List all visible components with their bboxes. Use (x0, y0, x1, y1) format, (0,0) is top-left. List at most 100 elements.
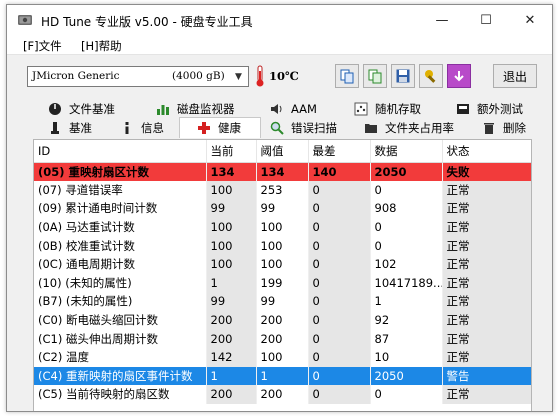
drive-name: JMicron Generic (32, 70, 120, 82)
column-header-worst[interactable]: 最差 (308, 140, 371, 163)
tab-info[interactable]: 信息 (119, 118, 164, 137)
scatter-icon (353, 101, 369, 117)
tab-error-scan[interactable]: 错误扫描 (269, 118, 337, 137)
attribute-id: (0C) 通电周期计数 (34, 254, 207, 274)
current-value: 99 (206, 199, 257, 218)
tab-file-benchmark[interactable]: 文件基准 (47, 99, 115, 118)
status: 警告 (442, 366, 531, 386)
worst-value: 0 (308, 180, 371, 200)
copy-icon (340, 69, 354, 84)
worst-value: 0 (308, 254, 371, 274)
raw-data: 908 (370, 199, 443, 218)
column-header-status[interactable]: 状态 (442, 140, 531, 163)
table-row[interactable]: (C0) 断电磁头缩回计数 200 200 0 92 正常 (34, 310, 531, 330)
threshold-value: 199 (256, 273, 309, 293)
table-body: (05) 重映射扇区计数 134 134 140 2050 失败 (07) 寻道错误率 100… (34, 162, 531, 404)
status: 正常 (442, 199, 531, 218)
status: 正常 (442, 347, 531, 367)
download-button[interactable] (447, 64, 471, 88)
table-row[interactable]: (05) 重映射扇区计数 134 134 140 2050 失败 (34, 162, 531, 181)
attribute-id: (05) 重映射扇区计数 (34, 162, 207, 181)
column-header-threshold[interactable]: 阈值 (256, 140, 309, 163)
table-row[interactable]: (07) 寻道错误率 100 253 0 0 正常 (34, 180, 531, 200)
minimize-button[interactable]: — (420, 5, 464, 35)
table-row[interactable]: (C1) 磁头伸出周期计数 200 200 0 87 正常 (34, 329, 531, 348)
table-row[interactable]: (10) (未知的属性) 1 199 0 10417189... 正常 (34, 273, 531, 293)
attribute-id: (C5) 当前待映射的扇区数 (34, 385, 207, 404)
drive-capacity: (4000 gB) (172, 70, 225, 82)
copy-all-icon (368, 69, 382, 84)
tab-folder-usage[interactable]: 文件夹占用率 (363, 118, 454, 137)
current-value: 100 (206, 254, 257, 274)
table-row[interactable]: (09) 累计通电时间计数 99 99 0 908 正常 (34, 199, 531, 218)
raw-data: 0 (370, 236, 443, 255)
red-cross-icon (196, 120, 212, 136)
table-row[interactable]: (B7) (未知的属性) 99 99 0 1 正常 (34, 292, 531, 311)
tab-label: 健康 (218, 121, 241, 135)
folder-icon (363, 120, 379, 136)
worst-value: 0 (308, 217, 371, 237)
table-row[interactable]: (0B) 校准重试计数 100 100 0 0 正常 (34, 236, 531, 255)
smart-attribute-grid[interactable]: ID 当前 阈值 最差 数据 状态 (05) 重映射扇区计数 134 134 140 2… (33, 139, 532, 411)
threshold-value: 100 (256, 236, 309, 255)
title-bar[interactable]: HD Tune 专业版 v5.00 - 硬盘专业工具 — ☐ ✕ (7, 5, 552, 35)
table-row[interactable]: (0A) 马达重试计数 100 100 0 0 正常 (34, 217, 531, 237)
options-button[interactable] (419, 64, 443, 88)
current-value: 100 (206, 217, 257, 237)
raw-data: 87 (370, 329, 443, 348)
worst-value: 0 (308, 273, 371, 293)
save-button[interactable] (391, 64, 415, 88)
chevron-down-icon[interactable]: ▼ (230, 68, 247, 85)
attribute-id: (C4) 重新映射的扇区事件计数 (34, 366, 207, 386)
tab-benchmark[interactable]: 基准 (47, 118, 92, 137)
table-row[interactable]: (0C) 通电周期计数 100 100 0 102 正常 (34, 254, 531, 274)
column-header-current[interactable]: 当前 (206, 140, 257, 163)
attribute-id: (C2) 温度 (34, 347, 207, 367)
tab-disk-monitor[interactable]: 磁盘监视器 (155, 99, 235, 118)
worst-value: 0 (308, 199, 371, 218)
tab-label: 基准 (69, 120, 92, 135)
raw-data: 92 (370, 310, 443, 330)
temperature-readout: 10℃ (269, 69, 299, 83)
tab-label: 磁盘监视器 (177, 101, 235, 116)
speaker-icon (269, 101, 285, 117)
close-button[interactable]: ✕ (508, 5, 552, 35)
menu-help[interactable]: [H]帮助 (81, 38, 122, 54)
tab-strip: 文件基准 磁盘监视器 AAM 随机存取 额外测试 基准 信息 健康 错误扫描 文… (7, 96, 552, 138)
bar-chart-icon (155, 101, 171, 117)
threshold-value: 99 (256, 199, 309, 218)
column-header-data[interactable]: 数据 (370, 140, 443, 163)
magnifier-icon (269, 120, 285, 136)
column-header-id[interactable]: ID (34, 140, 207, 163)
tab-label: 删除 (503, 120, 526, 135)
table-row[interactable]: (C4) 重新映射的扇区事件计数 1 1 0 2050 警告 (34, 366, 531, 386)
tab-label: 随机存取 (375, 101, 421, 116)
current-value: 200 (206, 385, 257, 404)
table-row[interactable]: (C5) 当前待映射的扇区数 200 200 0 0 正常 (34, 385, 531, 404)
tab-health[interactable]: 健康 (179, 117, 261, 138)
attribute-id: (C1) 磁头伸出周期计数 (34, 329, 207, 348)
app-window: HD Tune 专业版 v5.00 - 硬盘专业工具 — ☐ ✕ [F]文件 [… (6, 4, 553, 412)
tab-extra-tests[interactable]: 额外测试 (455, 99, 523, 118)
copy-all-button[interactable] (363, 64, 387, 88)
trash-icon (481, 120, 497, 136)
tab-label: 文件基准 (69, 101, 115, 116)
current-value: 200 (206, 310, 257, 330)
threshold-value: 200 (256, 310, 309, 330)
raw-data: 0 (370, 385, 443, 404)
maximize-button[interactable]: ☐ (464, 5, 508, 35)
table-row[interactable]: (C2) 温度 142 100 0 10 正常 (34, 347, 531, 367)
drive-select[interactable]: JMicron Generic (4000 gB) ▼ (27, 66, 249, 87)
status: 正常 (442, 385, 531, 404)
attribute-id: (C0) 断电磁头缩回计数 (34, 310, 207, 330)
attribute-id: (07) 寻道错误率 (34, 180, 207, 200)
menu-file[interactable]: [F]文件 (23, 38, 62, 54)
copy-info-button[interactable] (335, 64, 359, 88)
tab-random-access[interactable]: 随机存取 (353, 99, 421, 118)
tab-aam[interactable]: AAM (269, 99, 317, 118)
raw-data: 10417189... (370, 273, 443, 293)
exit-button[interactable]: 退出 (493, 64, 537, 88)
threshold-value: 200 (256, 329, 309, 348)
tab-erase[interactable]: 删除 (481, 118, 526, 137)
tab-label: 额外测试 (477, 101, 523, 116)
